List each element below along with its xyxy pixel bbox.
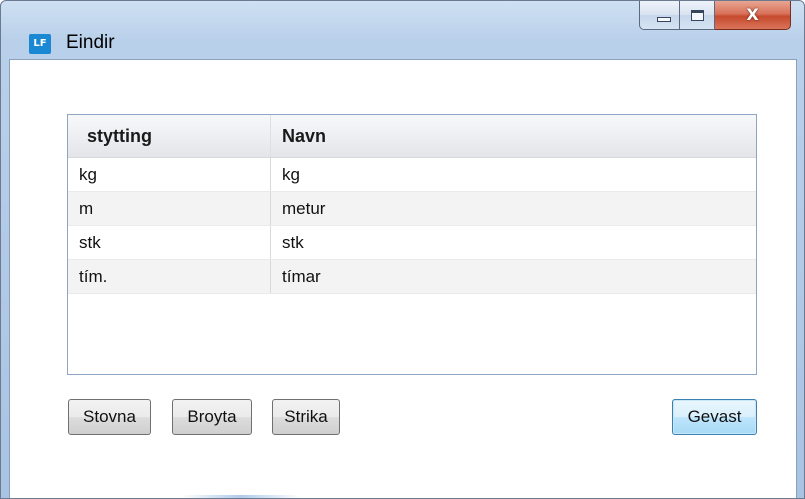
save-button[interactable]: Gevast bbox=[672, 399, 757, 435]
delete-button[interactable]: Strika bbox=[272, 399, 340, 435]
cell-navn[interactable]: kg bbox=[271, 158, 756, 191]
taskbar-glow bbox=[181, 495, 301, 498]
grid-header: stytting Navn bbox=[68, 115, 756, 158]
table-row[interactable]: m metur bbox=[68, 192, 756, 226]
minimize-icon bbox=[656, 16, 671, 22]
minimize-button[interactable] bbox=[639, 1, 679, 30]
cell-navn[interactable]: metur bbox=[271, 192, 756, 225]
app-window: LF Eindir X stytting Navn kg kg m metur … bbox=[0, 0, 805, 499]
cell-navn[interactable]: tímar bbox=[271, 260, 756, 293]
title-bar[interactable]: LF Eindir X bbox=[1, 1, 804, 59]
table-row[interactable]: stk stk bbox=[68, 226, 756, 260]
maximize-button[interactable] bbox=[679, 1, 715, 30]
cell-navn[interactable]: stk bbox=[271, 226, 756, 259]
table-row[interactable]: tím. tímar bbox=[68, 260, 756, 294]
maximize-icon bbox=[690, 9, 704, 21]
close-button[interactable]: X bbox=[715, 1, 791, 30]
caption-buttons: X bbox=[639, 1, 791, 31]
table-row[interactable]: kg kg bbox=[68, 158, 756, 192]
cell-stytting[interactable]: m bbox=[68, 192, 271, 225]
client-area: stytting Navn kg kg m metur stk stk tím.… bbox=[9, 59, 797, 498]
app-logo-icon: LF bbox=[29, 34, 51, 54]
cell-stytting[interactable]: kg bbox=[68, 158, 271, 191]
column-header-stytting[interactable]: stytting bbox=[68, 115, 271, 157]
new-button[interactable]: Stovna bbox=[68, 399, 151, 435]
column-header-navn[interactable]: Navn bbox=[271, 115, 756, 157]
cell-stytting[interactable]: stk bbox=[68, 226, 271, 259]
cell-stytting[interactable]: tím. bbox=[68, 260, 271, 293]
window-title: Eindir bbox=[66, 32, 115, 53]
edit-button[interactable]: Broyta bbox=[172, 399, 252, 435]
units-grid[interactable]: stytting Navn kg kg m metur stk stk tím.… bbox=[67, 114, 757, 375]
close-icon: X bbox=[746, 5, 759, 24]
